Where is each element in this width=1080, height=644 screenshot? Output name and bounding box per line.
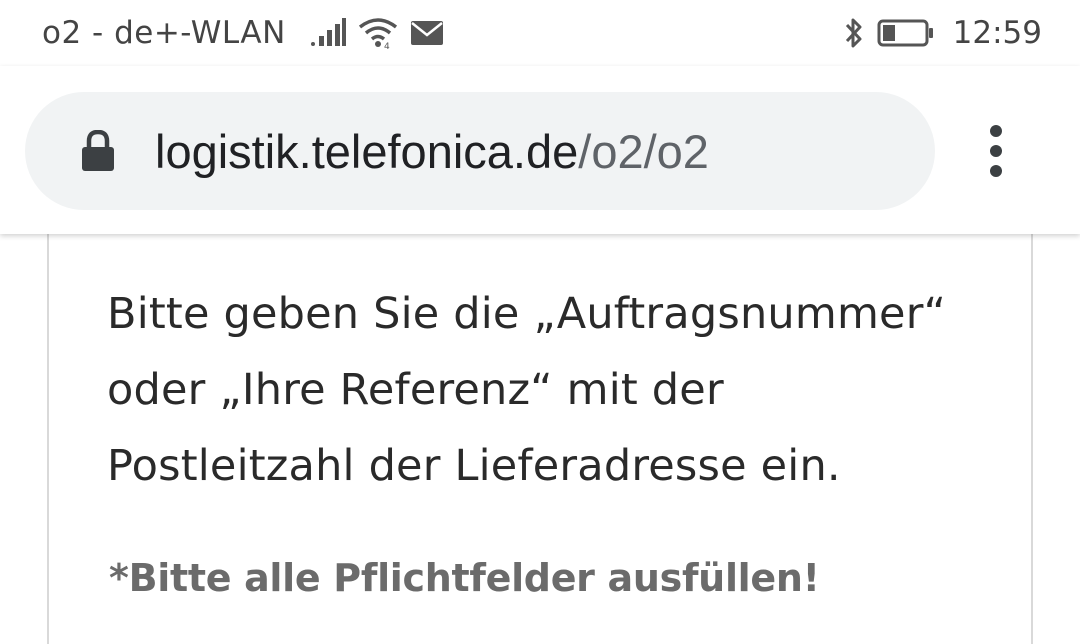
- instructions-line: oder „Ihre Referenz“ mit der: [107, 365, 724, 415]
- instructions-line: Postleitzahl der Lieferadresse ein.: [107, 441, 841, 491]
- carrier-label: o2 - de+-WLAN: [42, 15, 286, 51]
- menu-dot: [990, 145, 1002, 157]
- required-fields-note: *Bitte alle Pflichtfelder ausfüllen!: [109, 556, 820, 600]
- more-vert-icon[interactable]: [970, 106, 1022, 196]
- svg-text:4: 4: [384, 42, 390, 49]
- status-right: 12:59: [843, 15, 1042, 51]
- wifi-icon: 4: [358, 17, 398, 49]
- menu-dot: [990, 165, 1002, 177]
- clock: 12:59: [952, 15, 1042, 51]
- signal-icon: [310, 18, 346, 48]
- url-domain: logistik.telefonica.de: [155, 124, 579, 178]
- url-text[interactable]: logistik.telefonica.de/o2/o2: [155, 124, 709, 179]
- url-path: /o2/o2: [578, 124, 709, 178]
- status-left: o2 - de+-WLAN 4: [42, 15, 456, 51]
- mail-icon: [410, 20, 444, 46]
- menu-dot: [990, 125, 1002, 137]
- instructions-text: Bitte geben Sie die „Auftragsnummer“ ode…: [107, 276, 1007, 504]
- form-card: Bitte geben Sie die „Auftragsnummer“ ode…: [47, 224, 1033, 644]
- url-bar[interactable]: logistik.telefonica.de/o2/o2: [25, 92, 935, 210]
- bluetooth-icon: [843, 16, 865, 50]
- instructions-line: Bitte geben Sie die „Auftragsnummer“: [107, 289, 947, 339]
- browser-toolbar: logistik.telefonica.de/o2/o2: [0, 66, 1080, 234]
- battery-icon: [877, 19, 935, 47]
- lock-icon[interactable]: [81, 130, 115, 172]
- status-bar: o2 - de+-WLAN 4 12:59: [0, 0, 1080, 66]
- page-content: Bitte geben Sie die „Auftragsnummer“ ode…: [0, 224, 1080, 644]
